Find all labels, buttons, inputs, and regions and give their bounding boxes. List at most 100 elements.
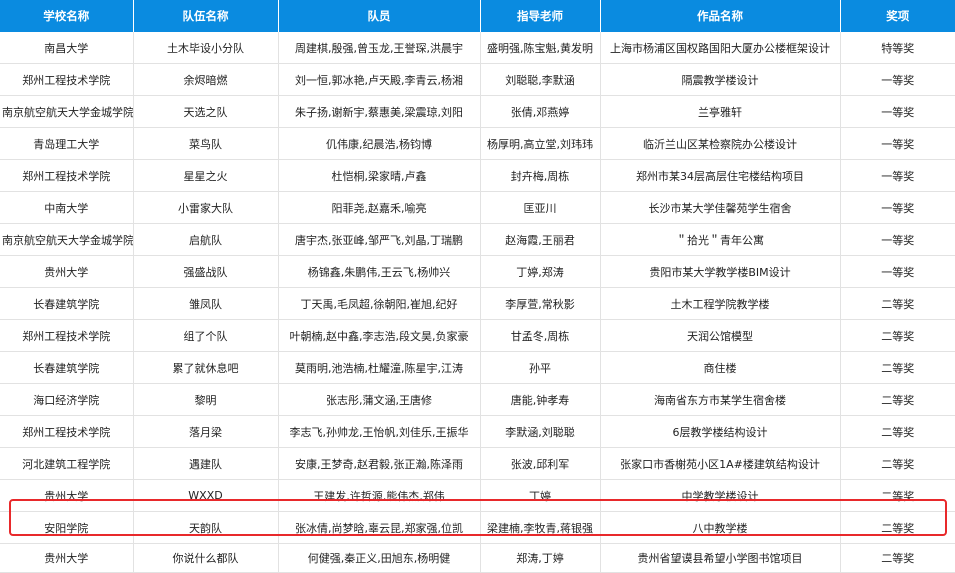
cell-team: 组了个队 <box>133 319 279 352</box>
cell-school: 郑州工程技术学院 <box>0 159 134 192</box>
table-row: 郑州工程技术学院 余烬暗燃 刘一恒,郭冰艳,卢天殿,李青云,杨湘 刘聪聪,李默涵 隔震教… <box>0 63 955 96</box>
table-row: 青岛理工大学 菜鸟队 仉伟康,纪晨浩,杨钧博 杨厚明,高立堂,刘玮玮 临沂兰山区某检察院… <box>0 127 955 160</box>
cell-team: WXXD <box>133 479 279 512</box>
cell-award: 一等奖 <box>840 191 955 224</box>
cell-school: 南京航空航天大学金城学院 <box>0 223 134 256</box>
cell-members: 王建发,许哲源,熊伟杰,郑伟 <box>278 479 481 512</box>
cell-award: 一等奖 <box>840 127 955 160</box>
cell-members: 朱子扬,谢新宇,蔡惠美,梁震琼,刘阳 <box>278 95 481 128</box>
table-row: 郑州工程技术学院 组了个队 叶朝楠,赵中鑫,李志浩,段文昊,负家豪 甘孟冬,周栋 天润公… <box>0 319 955 352</box>
cell-team: 强盛战队 <box>133 255 279 288</box>
cell-school: 河北建筑工程学院 <box>0 447 134 480</box>
header-members: 队员 <box>278 0 481 32</box>
header-team: 队伍名称 <box>133 0 279 32</box>
cell-work: 海南省东方市某学生宿舍楼 <box>600 383 841 416</box>
cell-team: 启航队 <box>133 223 279 256</box>
cell-school: 海口经济学院 <box>0 383 134 416</box>
cell-members: 阳菲尧,赵嘉禾,喻亮 <box>278 191 481 224</box>
header-award: 奖项 <box>840 0 955 32</box>
cell-team: 小雷家大队 <box>133 191 279 224</box>
cell-advisor: 刘聪聪,李默涵 <box>480 63 601 96</box>
table-row: 郑州工程技术学院 星星之火 杜恺桐,梁家晴,卢鑫 封卉梅,周栋 郑州市某34层高层住宅楼… <box>0 159 955 192</box>
cell-advisor: 张倩,邓燕婷 <box>480 95 601 128</box>
header-school: 学校名称 <box>0 0 134 32</box>
cell-school: 安阳学院 <box>0 511 134 544</box>
cell-school: 郑州工程技术学院 <box>0 63 134 96</box>
cell-advisor: 郑涛,丁婷 <box>480 543 601 573</box>
cell-team: 星星之火 <box>133 159 279 192</box>
table-row: 南京航空航天大学金城学院 启航队 唐宇杰,张亚峰,邹严飞,刘晶,丁瑞鹏 赵海霞,王丽君… <box>0 223 955 256</box>
cell-award: 二等奖 <box>840 383 955 416</box>
cell-team: 黎明 <box>133 383 279 416</box>
cell-team: 你说什么都队 <box>133 543 279 573</box>
cell-members: 周建棋,殷强,曾玉龙,王誉琛,洪晨宇 <box>278 32 481 64</box>
cell-award: 二等奖 <box>840 351 955 384</box>
table-header: 学校名称 队伍名称 队员 指导老师 作品名称 奖项 <box>0 0 955 32</box>
cell-advisor: 丁婷,郑涛 <box>480 255 601 288</box>
cell-members: 张冰倩,尚梦晗,辜云昆,郑家强,位凯 <box>278 511 481 544</box>
cell-school: 贵州大学 <box>0 479 134 512</box>
cell-award: 二等奖 <box>840 319 955 352</box>
cell-work: 张家口市香榭苑小区1A#楼建筑结构设计 <box>600 447 841 480</box>
table-row: 河北建筑工程学院 遇建队 安康,王梦奇,赵君毅,张正瀚,陈泽雨 张波,邱利军 张家口市香… <box>0 447 955 480</box>
cell-work: 贵州省望谟县希望小学图书馆项目 <box>600 543 841 573</box>
cell-advisor: 李厚萱,常秋影 <box>480 287 601 320</box>
cell-work: 土木工程学院教学楼 <box>600 287 841 320</box>
cell-members: 杨锦鑫,朱鹏伟,王云飞,杨帅兴 <box>278 255 481 288</box>
table-row: 长春建筑学院 雏凤队 丁天禹,毛凤超,徐朝阳,崔旭,纪好 李厚萱,常秋影 土木工程学院教… <box>0 287 955 320</box>
cell-school: 贵州大学 <box>0 543 134 573</box>
cell-work: 商住楼 <box>600 351 841 384</box>
header-row: 学校名称 队伍名称 队员 指导老师 作品名称 奖项 <box>0 0 955 32</box>
cell-school: 长春建筑学院 <box>0 287 134 320</box>
cell-team: 土木毕设小分队 <box>133 32 279 64</box>
cell-school: 南京航空航天大学金城学院 <box>0 95 134 128</box>
table-row: 长春建筑学院 累了就休息吧 莫雨明,池浩楠,杜耀潼,陈星宇,江涛 孙平 商住楼 二等奖 <box>0 351 955 384</box>
cell-award: 一等奖 <box>840 223 955 256</box>
cell-members: 丁天禹,毛凤超,徐朝阳,崔旭,纪好 <box>278 287 481 320</box>
cell-school: 贵州大学 <box>0 255 134 288</box>
cell-school: 中南大学 <box>0 191 134 224</box>
cell-members: 何健强,秦正义,田旭东,杨明健 <box>278 543 481 573</box>
cell-school: 郑州工程技术学院 <box>0 319 134 352</box>
cell-advisor: 杨厚明,高立堂,刘玮玮 <box>480 127 601 160</box>
cell-members: 唐宇杰,张亚峰,邹严飞,刘晶,丁瑞鹏 <box>278 223 481 256</box>
cell-school: 青岛理工大学 <box>0 127 134 160</box>
cell-award: 二等奖 <box>840 415 955 448</box>
cell-members: 叶朝楠,赵中鑫,李志浩,段文昊,负家豪 <box>278 319 481 352</box>
table-row-highlighted: 安阳学院 天韵队 张冰倩,尚梦晗,辜云昆,郑家强,位凯 梁建楠,李牧青,蒋银强 八中教学… <box>0 511 955 544</box>
cell-award: 二等奖 <box>840 543 955 573</box>
cell-members: 张志彤,蒲文涵,王唐修 <box>278 383 481 416</box>
cell-advisor: 匡亚川 <box>480 191 601 224</box>
cell-award: 二等奖 <box>840 447 955 480</box>
cell-award: 二等奖 <box>840 287 955 320</box>
cell-work: 贵阳市某大学教学楼BIM设计 <box>600 255 841 288</box>
cell-work: 兰亭雅轩 <box>600 95 841 128</box>
cell-award: 二等奖 <box>840 511 955 544</box>
table-row: 南昌大学 土木毕设小分队 周建棋,殷强,曾玉龙,王誉琛,洪晨宇 盛明强,陈宝魁,黄发明… <box>0 32 955 64</box>
header-work: 作品名称 <box>600 0 841 32</box>
cell-members: 杜恺桐,梁家晴,卢鑫 <box>278 159 481 192</box>
cell-school: 长春建筑学院 <box>0 351 134 384</box>
cell-advisor: 赵海霞,王丽君 <box>480 223 601 256</box>
cell-advisor: 甘孟冬,周栋 <box>480 319 601 352</box>
cell-work: 长沙市某大学佳馨苑学生宿舍 <box>600 191 841 224</box>
table-row: 贵州大学 你说什么都队 何健强,秦正义,田旭东,杨明健 郑涛,丁婷 贵州省望谟县希望小学… <box>0 543 955 573</box>
cell-award: 特等奖 <box>840 32 955 64</box>
cell-work: 八中教学楼 <box>600 511 841 544</box>
cell-work: 6层教学楼结构设计 <box>600 415 841 448</box>
cell-work: 隔震教学楼设计 <box>600 63 841 96</box>
cell-members: 仉伟康,纪晨浩,杨钧博 <box>278 127 481 160</box>
cell-team: 雏凤队 <box>133 287 279 320</box>
cell-award: 一等奖 <box>840 95 955 128</box>
cell-team: 菜鸟队 <box>133 127 279 160</box>
cell-members: 莫雨明,池浩楠,杜耀潼,陈星宇,江涛 <box>278 351 481 384</box>
table-row: 郑州工程技术学院 落月梁 李志飞,孙帅龙,王怡帆,刘佳乐,王振华 李默涵,刘聪聪 6层教… <box>0 415 955 448</box>
cell-team: 余烬暗燃 <box>133 63 279 96</box>
table-body: 南昌大学 土木毕设小分队 周建棋,殷强,曾玉龙,王誉琛,洪晨宇 盛明强,陈宝魁,黄发明… <box>0 32 955 573</box>
cell-members: 刘一恒,郭冰艳,卢天殿,李青云,杨湘 <box>278 63 481 96</box>
cell-award: 一等奖 <box>840 255 955 288</box>
cell-work: 天润公馆模型 <box>600 319 841 352</box>
table-row: 南京航空航天大学金城学院 天选之队 朱子扬,谢新宇,蔡惠美,梁震琼,刘阳 张倩,邓燕婷… <box>0 95 955 128</box>
table-row: 中南大学 小雷家大队 阳菲尧,赵嘉禾,喻亮 匡亚川 长沙市某大学佳馨苑学生宿舍 一等奖 <box>0 191 955 224</box>
cell-team: 天韵队 <box>133 511 279 544</box>
